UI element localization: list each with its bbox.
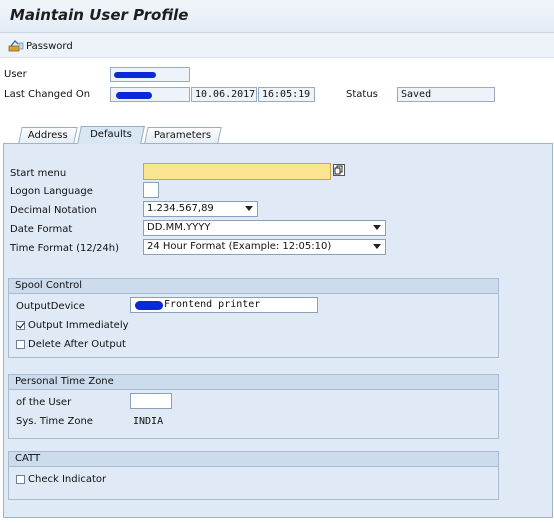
catt-title: CATT	[9, 452, 498, 467]
spool-control-title: Spool Control	[9, 279, 498, 294]
tab-defaults[interactable]: Defaults	[77, 126, 145, 144]
output-device-label: OutputDevice	[16, 301, 85, 312]
checkbox-unchecked-icon	[16, 475, 25, 484]
check-indicator-checkbox[interactable]: Check Indicator	[16, 474, 106, 485]
checkbox-unchecked-icon	[16, 340, 25, 349]
logon-language-input[interactable]	[143, 182, 159, 198]
time-format-label: Time Format (12/24h)	[10, 243, 120, 254]
tab-defaults-label: Defaults	[90, 129, 132, 140]
status-label: Status	[346, 89, 378, 100]
user-label: User	[4, 69, 27, 80]
user-field[interactable]	[110, 67, 190, 82]
last-changed-time: 16:05:19	[258, 87, 315, 102]
chevron-down-icon	[245, 206, 253, 211]
tab-parameters-label: Parameters	[154, 130, 212, 141]
output-immediately-checkbox[interactable]: Output Immediately	[16, 320, 129, 331]
password-button[interactable]: Password	[8, 38, 73, 54]
decimal-notation-select[interactable]: 1.234.567,89	[143, 201, 258, 217]
chevron-down-icon	[373, 244, 381, 249]
password-icon	[8, 40, 24, 52]
chevron-down-icon	[373, 225, 381, 230]
start-menu-label: Start menu	[10, 168, 67, 179]
date-format-value: DD.MM.YYYY	[147, 222, 211, 233]
changed-by-field	[110, 87, 190, 102]
page-title: Maintain User Profile	[10, 6, 189, 24]
delete-after-output-label: Delete After Output	[28, 339, 126, 350]
tab-address[interactable]: Address	[18, 127, 78, 143]
sys-time-zone-value: INDIA	[133, 416, 164, 427]
user-time-zone-label: of the User	[16, 397, 72, 408]
logon-language-label: Logon Language	[10, 186, 93, 197]
redacted-changed-by	[116, 92, 152, 99]
tab-parameters[interactable]: Parameters	[144, 127, 222, 143]
start-menu-input[interactable]	[143, 163, 331, 180]
check-indicator-label: Check Indicator	[28, 474, 107, 485]
user-time-zone-input[interactable]	[130, 393, 172, 409]
date-format-select[interactable]: DD.MM.YYYY	[143, 220, 386, 236]
redacted-output-device	[135, 301, 163, 310]
last-changed-label: Last Changed On	[4, 89, 91, 100]
time-format-value: 24 Hour Format (Example: 12:05:10)	[147, 241, 332, 252]
last-changed-date: 10.06.2017	[191, 87, 257, 102]
checkbox-checked-icon	[16, 321, 25, 330]
time-format-select[interactable]: 24 Hour Format (Example: 12:05:10)	[143, 239, 386, 255]
redacted-user	[114, 72, 156, 78]
output-immediately-label: Output Immediately	[28, 320, 129, 331]
personal-time-zone-group: Personal Time Zone	[8, 374, 499, 439]
decimal-notation-value: 1.234.567,89	[147, 203, 214, 214]
date-format-label: Date Format	[10, 224, 73, 235]
tab-address-label: Address	[27, 130, 68, 141]
decimal-notation-label: Decimal Notation	[10, 205, 97, 216]
delete-after-output-checkbox[interactable]: Delete After Output	[16, 339, 126, 350]
password-button-label: Password	[26, 40, 73, 52]
status-field: Saved	[397, 87, 495, 102]
start-menu-search-help-button[interactable]	[333, 164, 345, 176]
output-device-input[interactable]: Frontend printer	[130, 297, 318, 313]
application-toolbar	[0, 33, 554, 58]
output-device-value: Frontend printer	[164, 299, 261, 310]
value-help-icon	[334, 165, 343, 175]
personal-time-zone-title: Personal Time Zone	[9, 375, 498, 390]
sys-time-zone-label: Sys. Time Zone	[16, 416, 93, 427]
